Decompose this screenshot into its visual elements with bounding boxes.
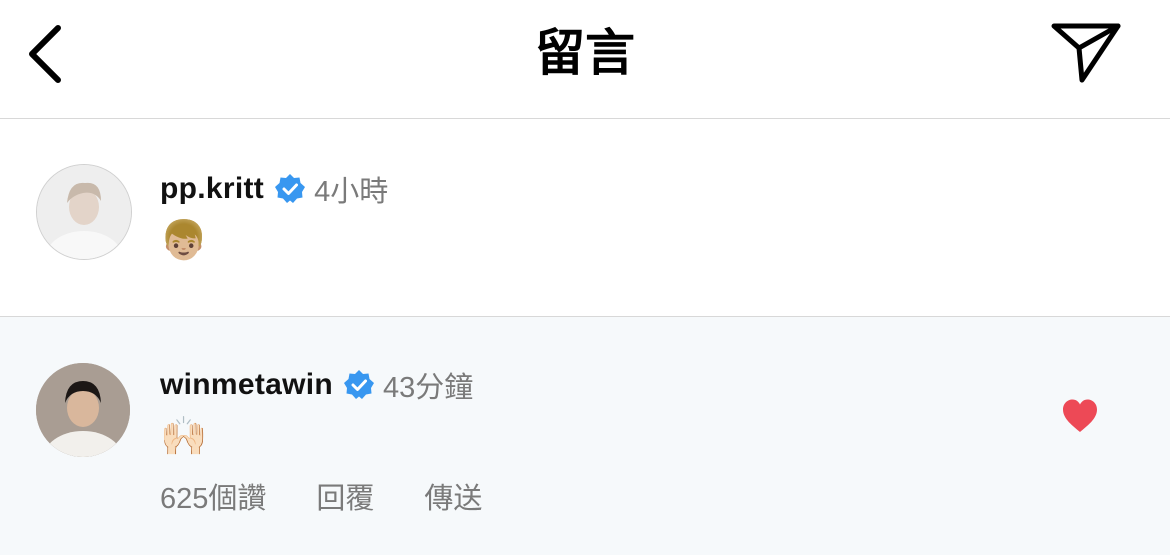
verified-badge-icon — [344, 370, 375, 399]
avatar[interactable] — [36, 164, 132, 260]
header-bar: 留言 — [0, 0, 1170, 119]
comment-item: winmetawin 43分鐘 🙌🏻 625個讚 回覆 傳送 — [0, 317, 1170, 555]
comment-text: 👦🏼 — [160, 220, 208, 262]
reply-button[interactable]: 回覆 — [316, 475, 374, 517]
comment-timestamp: 43分鐘 — [383, 372, 474, 404]
likes-count-button[interactable]: 625個讚 — [160, 475, 266, 517]
comment-item: pp.kritt 4小時 👦🏼 — [0, 119, 1170, 317]
verified-badge-icon — [275, 174, 306, 203]
comment-text: 🙌🏻 — [160, 416, 208, 458]
page-title: 留言 — [535, 25, 635, 81]
comment-actions: 625個讚 回覆 傳送 — [160, 475, 532, 517]
avatar[interactable] — [36, 363, 130, 457]
comment-username[interactable]: pp.kritt — [160, 172, 264, 206]
heart-icon[interactable] — [1061, 398, 1099, 434]
comment-username[interactable]: winmetawin — [160, 368, 333, 402]
send-button[interactable]: 傳送 — [424, 475, 482, 517]
comment-timestamp: 4小時 — [314, 176, 389, 208]
paper-plane-icon[interactable] — [1048, 18, 1124, 86]
